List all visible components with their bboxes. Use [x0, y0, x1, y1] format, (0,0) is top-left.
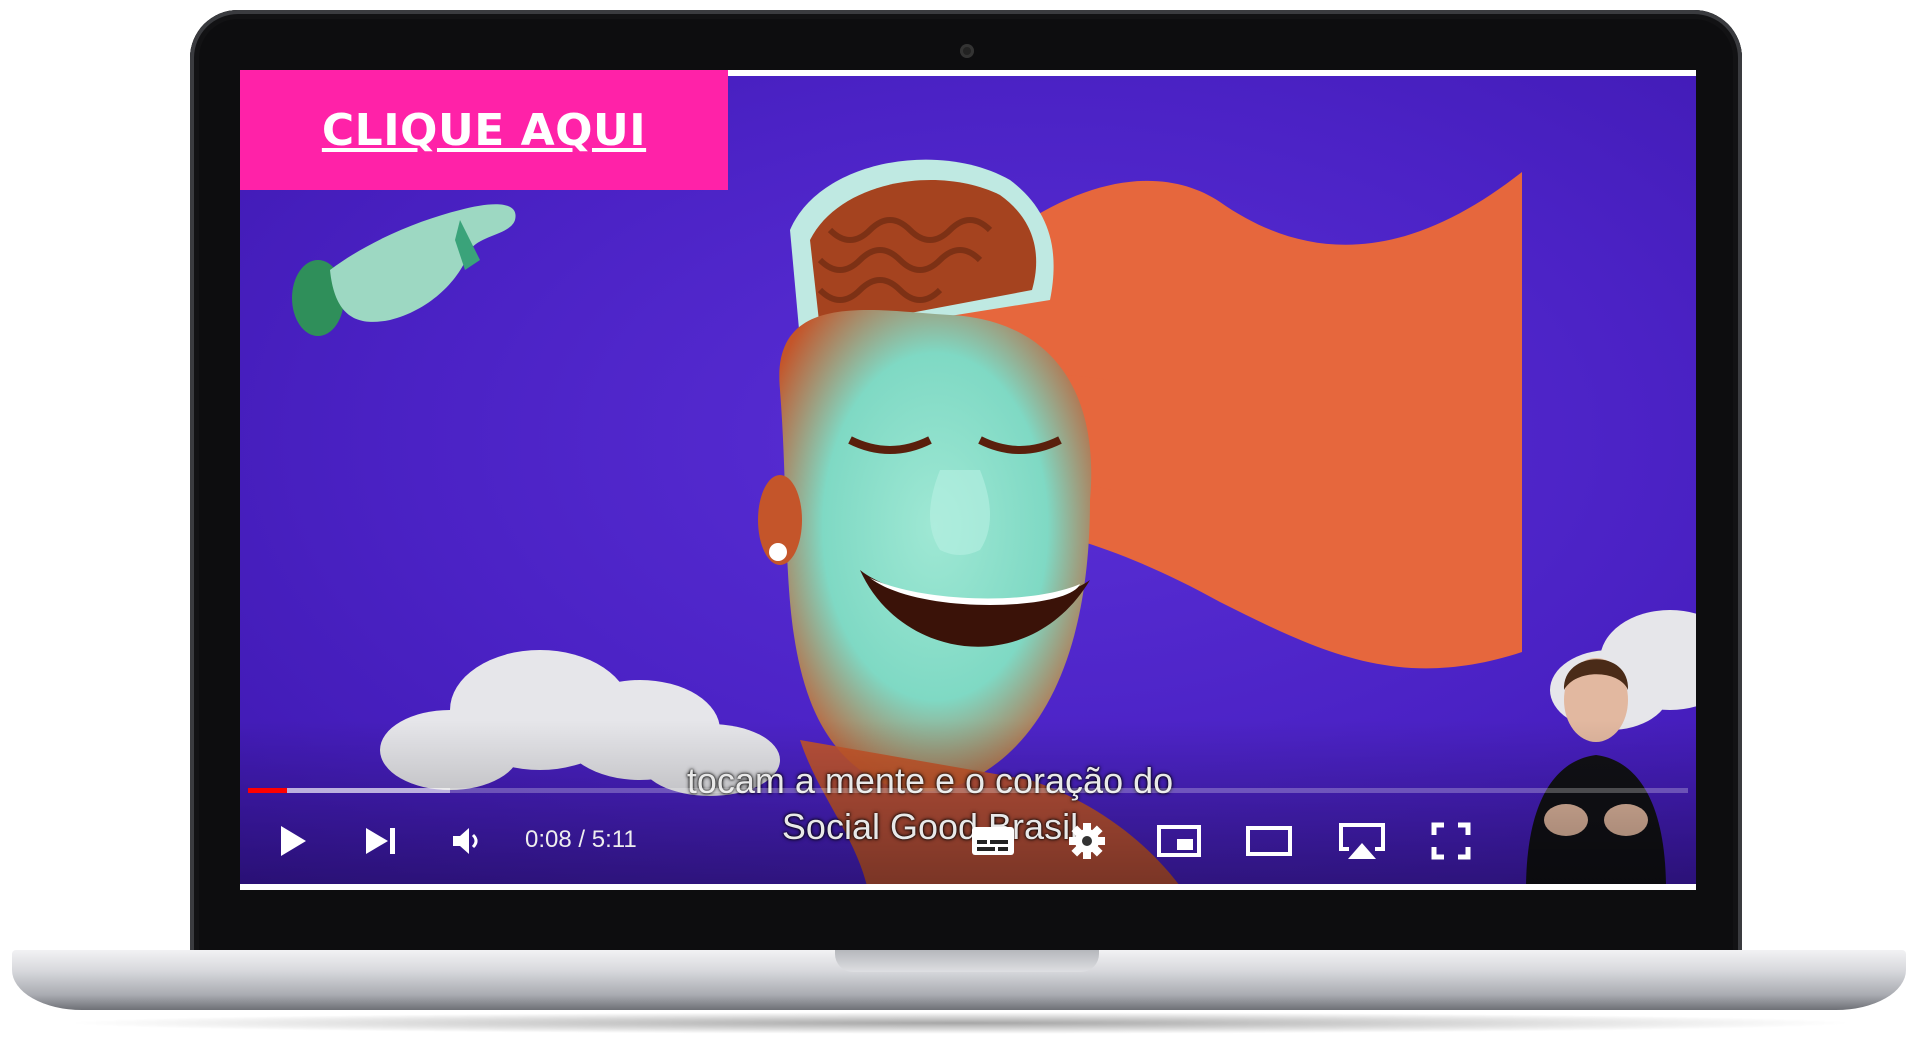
screen-bottom-edge: [240, 884, 1696, 890]
hand-illustration: [292, 204, 516, 336]
current-time: 0:08: [525, 826, 572, 853]
fullscreen-icon: [1431, 822, 1471, 860]
subtitles-icon: [972, 827, 1014, 855]
miniplayer-button[interactable]: [1154, 818, 1204, 864]
camera: [960, 44, 974, 58]
laptop-shadow: [60, 1012, 1860, 1034]
settings-icon: [1069, 823, 1105, 859]
fullscreen-button[interactable]: [1426, 818, 1476, 864]
theater-mode-button[interactable]: [1244, 818, 1294, 864]
airplay-icon: [1339, 823, 1385, 859]
miniplayer-icon: [1157, 825, 1201, 857]
airplay-button[interactable]: [1334, 818, 1390, 864]
theater-mode-icon: [1246, 826, 1292, 856]
controls-gradient: [240, 720, 1696, 890]
play-button[interactable]: [270, 818, 316, 864]
volume-icon: [453, 828, 478, 854]
progress-played: [248, 788, 287, 793]
subtitles-button[interactable]: [968, 818, 1018, 864]
next-button[interactable]: [358, 818, 404, 864]
cta-button[interactable]: CLIQUE AQUI: [240, 70, 728, 190]
time-display: 0:08 / 5:11: [525, 826, 637, 854]
time-separator: /: [571, 826, 592, 853]
laptop-notch: [835, 950, 1099, 972]
cta-label: CLIQUE AQUI: [321, 104, 647, 156]
volume-button[interactable]: [444, 818, 490, 864]
subtitle-line-2: Social Good Brasil: [781, 806, 1079, 847]
duration: 5:11: [591, 826, 637, 853]
play-icon: [281, 826, 306, 856]
subtitle-line-1: tocam a mente e o coração do: [686, 760, 1174, 801]
settings-button[interactable]: [1062, 818, 1112, 864]
progress-bar[interactable]: [248, 788, 1688, 793]
video-player[interactable]: CLIQUE AQUI tocam a mente e o coração do…: [240, 70, 1696, 890]
next-icon: [366, 828, 395, 854]
